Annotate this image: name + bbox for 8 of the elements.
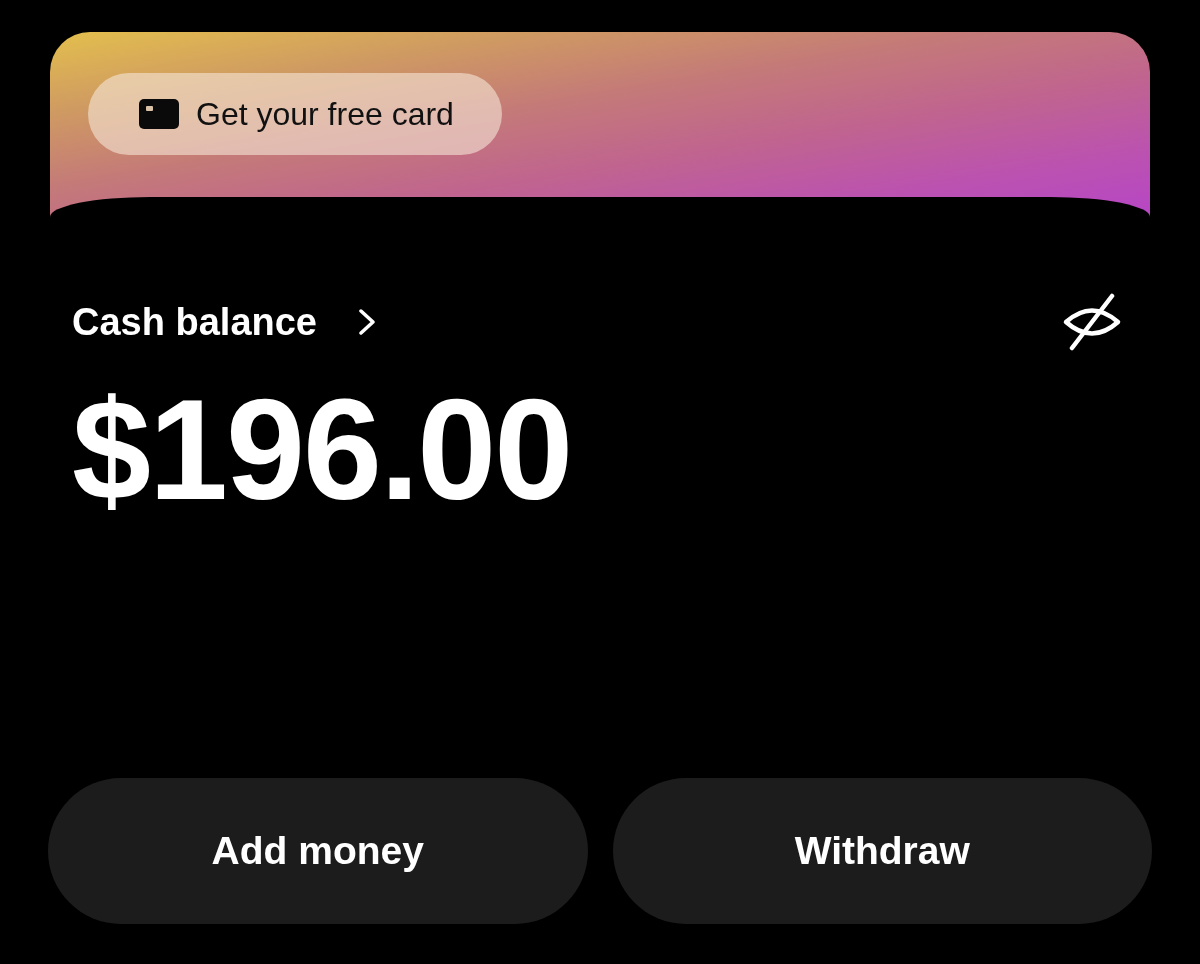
cash-balance-button[interactable]: Cash balance: [72, 300, 377, 344]
action-button[interactable]: Withdraw: [612, 778, 1152, 924]
action-button[interactable]: Add money: [48, 778, 588, 924]
get-card-button[interactable]: Get your free card: [88, 73, 502, 155]
balance-amount: $196.00: [72, 379, 572, 521]
chevron-right-icon: [357, 309, 377, 335]
eye-off-icon[interactable]: [1062, 293, 1122, 351]
card-icon: [139, 99, 179, 129]
